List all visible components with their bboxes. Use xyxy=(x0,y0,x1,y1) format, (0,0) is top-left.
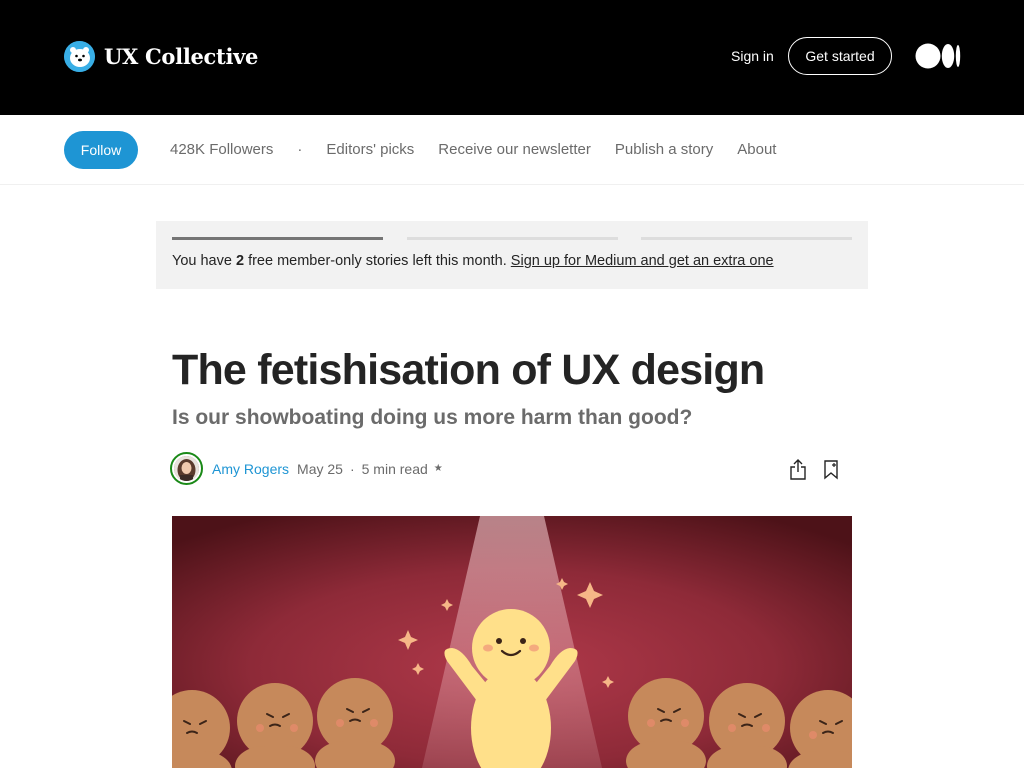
followers-count[interactable]: 428K Followers xyxy=(170,141,273,158)
stories-left-count: 2 xyxy=(235,253,245,269)
bookmark-icon[interactable] xyxy=(823,460,839,485)
publication-name: UX Collective xyxy=(104,44,259,69)
medium-logo-icon[interactable] xyxy=(915,43,961,74)
publication-nav: Follow 428K Followers · Editors' picks R… xyxy=(0,115,1024,185)
signup-link[interactable]: Sign up for Medium and get an extra one xyxy=(511,253,774,269)
site-header: UX Collective Sign in Get started xyxy=(0,0,1024,115)
get-started-button[interactable]: Get started xyxy=(788,37,892,75)
story-progress-used xyxy=(172,237,383,240)
share-icon[interactable] xyxy=(789,459,807,486)
member-only-star-icon: ★ xyxy=(433,463,443,474)
read-time: 5 min read xyxy=(361,460,428,477)
follow-button[interactable]: Follow xyxy=(64,131,138,169)
nav-newsletter[interactable]: Receive our newsletter xyxy=(438,141,591,158)
nav-separator: · xyxy=(297,141,303,158)
nav-about[interactable]: About xyxy=(737,141,776,158)
story-progress-remaining xyxy=(641,237,852,240)
publish-date: May 25 xyxy=(297,460,343,477)
nav-publish-story[interactable]: Publish a story xyxy=(615,141,713,158)
banner-message: You have 2 free member-only stories left… xyxy=(172,253,774,269)
article-byline: Amy Rogers May 25 · 5 min read ★ xyxy=(170,452,443,485)
polar-bear-icon xyxy=(64,41,95,72)
hero-illustration xyxy=(172,516,852,768)
story-progress-remaining xyxy=(407,237,618,240)
publication-brand[interactable]: UX Collective xyxy=(64,41,258,72)
author-name[interactable]: Amy Rogers xyxy=(212,461,289,477)
publication-nav-items: 428K Followers · Editors' picks Receive … xyxy=(170,141,800,158)
article-subtitle: Is our showboating doing us more harm th… xyxy=(172,406,693,429)
nav-editors-picks[interactable]: Editors' picks xyxy=(326,141,414,158)
sign-in-link[interactable]: Sign in xyxy=(731,48,774,64)
avatar[interactable] xyxy=(170,452,203,485)
article-title: The fetishisation of UX design xyxy=(172,346,765,394)
member-stories-banner: You have 2 free member-only stories left… xyxy=(156,221,868,289)
byline-separator: · xyxy=(349,460,355,477)
